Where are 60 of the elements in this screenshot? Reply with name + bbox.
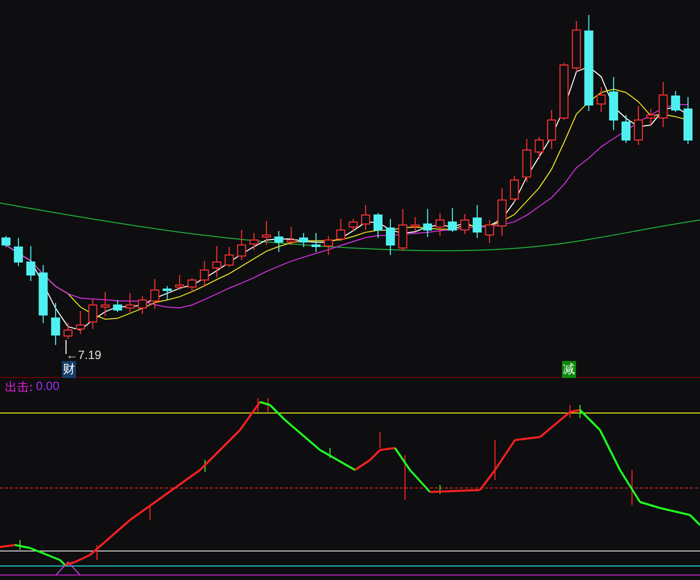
candlestick bbox=[324, 236, 333, 256]
signal-label: 减 bbox=[562, 361, 576, 378]
candlestick bbox=[188, 278, 196, 292]
candlestick bbox=[436, 212, 444, 236]
candlestick bbox=[572, 20, 581, 72]
candlestick bbox=[460, 214, 470, 234]
candlestick bbox=[224, 246, 234, 268]
candlestick bbox=[2, 236, 10, 248]
candlestick bbox=[596, 86, 606, 112]
candlestick bbox=[472, 204, 482, 238]
candlestick bbox=[547, 110, 556, 150]
candlestick bbox=[14, 238, 23, 266]
candlestick bbox=[162, 286, 172, 300]
candlestick bbox=[348, 218, 358, 232]
candlestick bbox=[622, 114, 630, 144]
candlestick bbox=[634, 106, 643, 146]
candlestick bbox=[560, 62, 568, 120]
candlestick bbox=[200, 260, 209, 288]
candlestick bbox=[671, 90, 680, 112]
candlestick bbox=[26, 246, 36, 282]
candlestick bbox=[646, 108, 656, 126]
candlestick bbox=[299, 232, 308, 248]
candlestick bbox=[423, 208, 432, 238]
candlestick bbox=[410, 216, 420, 232]
candlestick bbox=[100, 292, 110, 316]
candlestick bbox=[398, 208, 408, 252]
candlestick bbox=[64, 322, 72, 340]
candlestick bbox=[485, 220, 494, 244]
candlestick bbox=[274, 230, 284, 252]
candlestick bbox=[286, 226, 296, 246]
candlestick bbox=[312, 232, 320, 252]
candlestick bbox=[138, 296, 147, 314]
candlestick bbox=[51, 302, 60, 346]
candlestick bbox=[150, 278, 160, 310]
candlestick bbox=[386, 218, 395, 256]
candlestick bbox=[609, 76, 618, 130]
signal-label: 财 bbox=[62, 361, 76, 378]
candlestick bbox=[126, 292, 134, 312]
candlestick bbox=[175, 274, 184, 290]
candlestick bbox=[88, 298, 98, 330]
candlestick bbox=[510, 176, 519, 202]
candlestick bbox=[448, 208, 457, 232]
candlestick bbox=[658, 82, 668, 128]
candlestick bbox=[38, 264, 48, 324]
indicator-name: 出击: bbox=[5, 379, 34, 396]
candlestick bbox=[237, 230, 246, 260]
candlestick bbox=[361, 204, 370, 230]
candlestick bbox=[522, 138, 532, 182]
candlestick bbox=[262, 220, 271, 246]
candlestick bbox=[212, 246, 222, 278]
candlestick bbox=[498, 188, 506, 236]
candlestick bbox=[374, 212, 382, 238]
indicator-value: 0.00 bbox=[36, 379, 60, 395]
candlestick bbox=[684, 96, 692, 144]
candlestick bbox=[113, 300, 122, 312]
candlestick bbox=[250, 232, 258, 250]
candlestick bbox=[336, 218, 346, 242]
candlestick bbox=[76, 310, 85, 334]
candlestick bbox=[534, 136, 544, 160]
low-price-label: ←7.19 bbox=[66, 348, 102, 362]
